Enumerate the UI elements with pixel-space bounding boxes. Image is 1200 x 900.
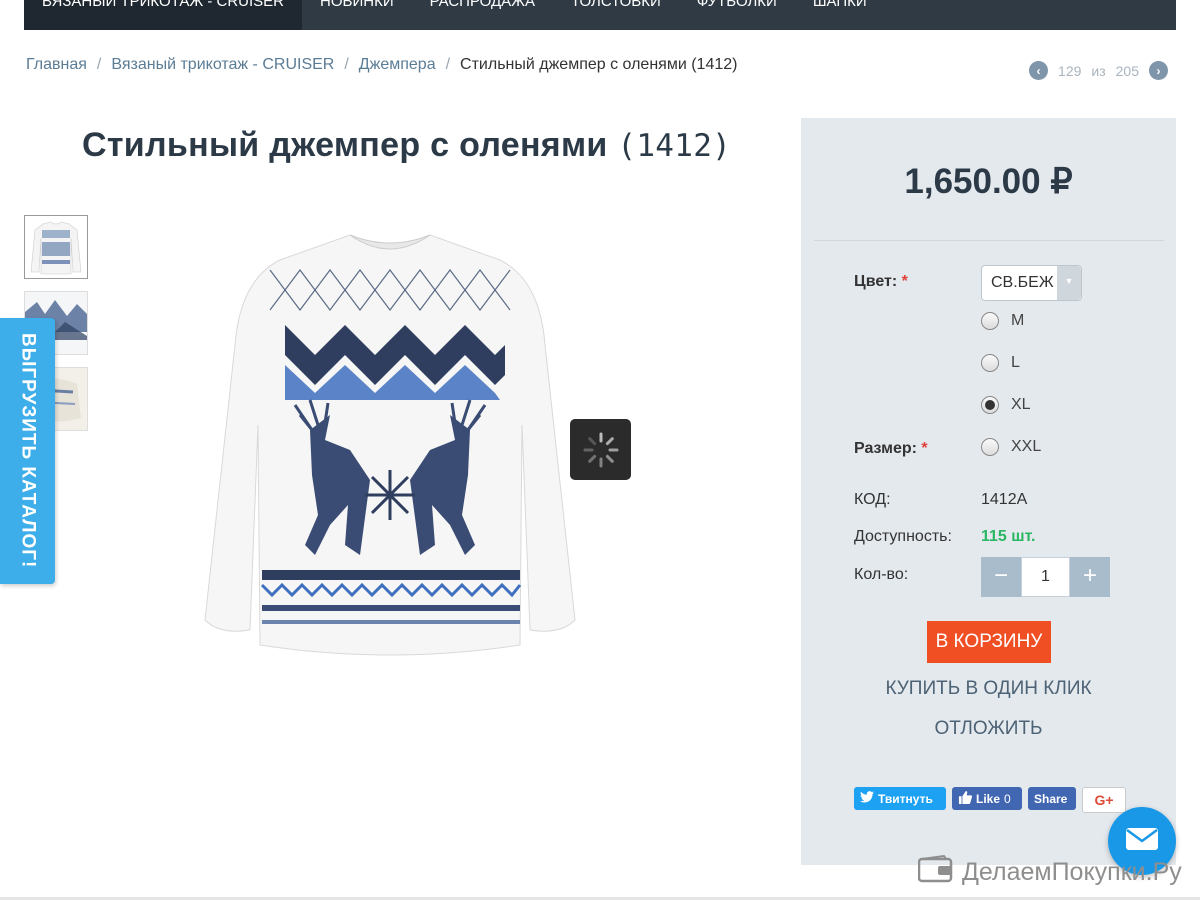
product-main-image[interactable]: [200, 225, 580, 665]
breadcrumb-home[interactable]: Главная: [26, 56, 87, 74]
nav-item-cruiser[interactable]: ВЯЗАНЫЙ ТРИКОТАЖ - CRUISER: [24, 0, 303, 30]
breadcrumb: Главная / Вязаный трикотаж - CRUISER / Д…: [26, 56, 737, 74]
quantity-label: Кол-во:: [854, 566, 909, 583]
prev-product-icon[interactable]: ‹: [1029, 61, 1049, 80]
required-mark: *: [921, 440, 928, 457]
facebook-like-count: 0: [1004, 791, 1011, 806]
page-title: Стильный джемпер с оленями (1412): [82, 126, 731, 165]
buy-one-click-button[interactable]: КУПИТЬ В ОДИН КЛИК: [801, 678, 1176, 700]
size-option-l[interactable]: L: [981, 354, 1020, 372]
pager-current: 129: [1058, 62, 1082, 79]
site-watermark: ДелаемПокупки.Ру: [917, 854, 1182, 890]
breadcrumb-separator: /: [96, 56, 102, 73]
google-plus-label: G+: [1094, 792, 1114, 808]
required-mark: *: [901, 273, 908, 290]
next-product-icon[interactable]: ›: [1149, 61, 1168, 80]
code-value: 1412A: [981, 491, 1028, 508]
color-label: Цвет:: [854, 273, 898, 290]
breadcrumb-separator: /: [344, 56, 349, 73]
download-catalog-tab[interactable]: ВЫГРУЗИТЬ КАТАЛОГ!: [0, 318, 55, 584]
twitter-share-label: Твитнуть: [878, 791, 933, 806]
download-catalog-label: ВЫГРУЗИТЬ КАТАЛОГ!: [17, 333, 39, 569]
thumbnail-front[interactable]: [24, 215, 88, 279]
facebook-share-button[interactable]: Share: [1028, 787, 1076, 810]
color-select-value: СВ.БЕЖ: [991, 274, 1054, 291]
twitter-icon: [860, 791, 874, 806]
facebook-like-label: Like: [976, 791, 1001, 806]
wishlist-button[interactable]: ОТЛОЖИТЬ: [801, 718, 1176, 740]
radio-checked-icon[interactable]: [981, 396, 999, 414]
twitter-share-button[interactable]: Твитнуть: [854, 787, 946, 810]
add-to-cart-button[interactable]: В КОРЗИНУ: [927, 621, 1051, 663]
breadcrumb-category[interactable]: Вязаный трикотаж - CRUISER: [111, 56, 334, 74]
product-page: ВЯЗАНЫЙ ТРИКОТАЖ - CRUISER НОВИНКИ РАСПР…: [0, 0, 1200, 900]
size-option-xxl[interactable]: XXL: [981, 438, 1041, 456]
nav-item-sale[interactable]: РАСПРОДАЖА: [412, 0, 553, 30]
radio-icon[interactable]: [981, 354, 999, 372]
breadcrumb-current: Стильный джемпер с оленями (1412): [460, 56, 738, 73]
product-title-code: (1412): [617, 128, 732, 164]
product-title-text: Стильный джемпер с оленями: [82, 126, 608, 164]
nav-item-tshirts[interactable]: ФУТБОЛКИ: [679, 0, 795, 30]
envelope-icon: [1126, 827, 1158, 855]
quantity-stepper: − 1 +: [981, 557, 1110, 597]
google-plus-button[interactable]: G+: [1082, 787, 1126, 813]
color-label-row: Цвет: *: [854, 273, 908, 291]
quantity-input[interactable]: 1: [1021, 557, 1070, 597]
size-label-l: L: [1011, 354, 1020, 371]
product-price: 1,650.00 ₽: [904, 162, 1073, 201]
size-label: Размер:: [854, 440, 917, 457]
divider: [814, 240, 1164, 241]
nav-item-hoodies[interactable]: ТОЛСТОВКИ: [553, 0, 679, 30]
radio-icon[interactable]: [981, 438, 999, 456]
size-option-m[interactable]: M: [981, 312, 1024, 330]
availability-label: Доступность:: [854, 528, 952, 545]
pager-total: 205: [1115, 62, 1139, 79]
nav-item-hats[interactable]: ШАПКИ: [795, 0, 885, 30]
buy-panel: 1,650.00 ₽ Цвет: * СВ.БЕЖ ▼ M L XL Разме…: [801, 118, 1176, 865]
code-label: КОД:: [854, 491, 891, 508]
facebook-like-button[interactable]: Like 0: [952, 787, 1022, 810]
product-pager: ‹ 129 из 205 ›: [1029, 61, 1168, 80]
share-buttons: Твитнуть Like 0 Share G+: [854, 787, 1126, 813]
quantity-plus-button[interactable]: +: [1070, 557, 1110, 597]
size-option-xl[interactable]: XL: [981, 396, 1031, 414]
size-label-row: Размер: *: [854, 440, 928, 458]
breadcrumb-subcategory[interactable]: Джемпера: [359, 56, 436, 74]
thumbs-up-icon: [958, 790, 973, 807]
facebook-share-label: Share: [1034, 791, 1068, 806]
radio-icon[interactable]: [981, 312, 999, 330]
color-select[interactable]: СВ.БЕЖ ▼: [981, 265, 1082, 301]
quantity-minus-button[interactable]: −: [981, 557, 1021, 597]
breadcrumb-separator: /: [445, 56, 451, 73]
size-label-xxl: XXL: [1011, 438, 1042, 455]
wallet-icon: [917, 854, 954, 890]
top-navigation: ВЯЗАНЫЙ ТРИКОТАЖ - CRUISER НОВИНКИ РАСПР…: [24, 0, 1176, 30]
size-label-xl: XL: [1011, 396, 1031, 413]
chevron-down-icon: ▼: [1057, 266, 1081, 300]
availability-value: 115 шт.: [981, 528, 1036, 545]
pager-of-label: из: [1091, 62, 1106, 79]
size-label-m: M: [1011, 312, 1025, 329]
nav-item-new[interactable]: НОВИНКИ: [302, 0, 412, 30]
loading-spinner-icon: [570, 419, 631, 480]
watermark-text: ДелаемПокупки.Ру: [962, 858, 1182, 886]
